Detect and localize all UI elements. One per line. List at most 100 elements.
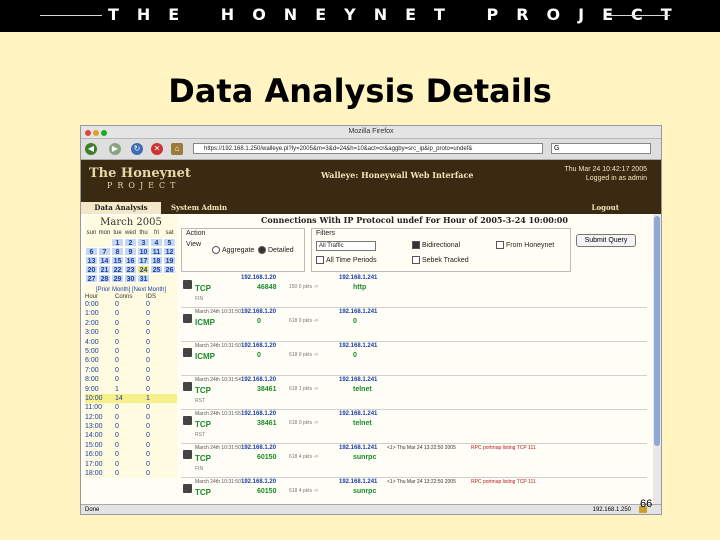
hour-row[interactable]: 16:00 0 0 — [85, 450, 177, 459]
scrollbar-thumb[interactable] — [654, 216, 660, 446]
hour-row[interactable]: 10:00 14 1 — [85, 393, 177, 404]
source-ip[interactable]: 192.168.1.20 — [241, 479, 276, 485]
source-ip[interactable]: 192.168.1.20 — [241, 275, 276, 281]
hour-row[interactable]: 8:00 0 0 — [85, 375, 177, 384]
calendar-day[interactable]: 24 — [137, 265, 150, 274]
hour-row[interactable]: 11:00 0 0 — [85, 403, 177, 412]
calendar-day[interactable]: 31 — [137, 274, 150, 283]
search-input[interactable]: G — [551, 143, 651, 154]
source-ip[interactable]: 192.168.1.20 — [241, 411, 276, 417]
traffic-select[interactable]: All Traffic — [316, 241, 376, 251]
detailed-radio[interactable] — [258, 246, 266, 254]
calendar-day[interactable]: 3 — [137, 238, 150, 247]
calendar-day[interactable]: 22 — [111, 265, 124, 274]
calendar-day[interactable]: 15 — [111, 256, 124, 265]
source-ip[interactable]: 192.168.1.20 — [241, 377, 276, 383]
calendar-day[interactable]: 10 — [137, 247, 150, 256]
details-icon[interactable] — [183, 450, 192, 459]
destination-ip[interactable]: 192.168.1.241 — [339, 445, 377, 451]
calendar-day[interactable]: 11 — [150, 247, 163, 256]
zoom-window-icon[interactable] — [101, 130, 107, 136]
destination-ip[interactable]: 192.168.1.241 — [339, 479, 377, 485]
all-time-option[interactable]: All Time Periods — [316, 256, 377, 264]
calendar-day[interactable]: 27 — [85, 274, 98, 283]
hour-row[interactable]: 2:00 0 0 — [85, 319, 177, 328]
home-icon[interactable]: ⌂ — [171, 143, 183, 155]
destination-ip[interactable]: 192.168.1.241 — [339, 275, 377, 281]
calendar-day[interactable]: 16 — [124, 256, 137, 265]
calendar-day[interactable]: 29 — [111, 274, 124, 283]
source-ip[interactable]: 192.168.1.20 — [241, 309, 276, 315]
next-month-link[interactable]: [Next Month] — [132, 287, 166, 293]
sebek-option[interactable]: Sebek Tracked — [412, 256, 469, 264]
hour-row[interactable]: 9:00 1 0 — [85, 385, 177, 394]
all-time-checkbox[interactable] — [316, 256, 324, 264]
minimize-window-icon[interactable] — [93, 130, 99, 136]
calendar-day[interactable]: 28 — [98, 274, 111, 283]
submit-query-button[interactable]: Submit Query — [576, 234, 636, 247]
ids-alert-message[interactable]: RPC portmap listing TCP 111 — [471, 445, 536, 451]
details-icon[interactable] — [183, 382, 192, 391]
destination-ip[interactable]: 192.168.1.241 — [339, 377, 377, 383]
hour-row[interactable]: 14:00 0 0 — [85, 431, 177, 440]
tab-data-analysis[interactable]: Data Analysis — [81, 202, 161, 214]
detailed-option[interactable]: Detailed — [258, 246, 294, 254]
bidirectional-option[interactable]: Bidirectional — [412, 241, 460, 249]
sebek-checkbox[interactable] — [412, 256, 420, 264]
ids-alert-message[interactable]: RPC portmap listing TCP 111 — [471, 479, 536, 485]
stop-icon[interactable]: ✕ — [151, 143, 163, 155]
vertical-scrollbar[interactable] — [653, 214, 661, 504]
hour-row[interactable]: 4:00 0 0 — [85, 338, 177, 347]
calendar-day[interactable]: 5 — [163, 238, 176, 247]
calendar-day[interactable]: 8 — [111, 247, 124, 256]
calendar-day[interactable]: 2 — [124, 238, 137, 247]
destination-ip[interactable]: 192.168.1.241 — [339, 309, 377, 315]
back-icon[interactable]: ◀ — [85, 143, 97, 155]
aggregate-option[interactable]: Aggregate — [212, 246, 254, 254]
hour-row[interactable]: 6:00 0 0 — [85, 356, 177, 365]
details-icon[interactable] — [183, 280, 192, 289]
calendar-day[interactable]: 1 — [111, 238, 124, 247]
calendar-day[interactable]: 23 — [124, 265, 137, 274]
from-honeynet-checkbox[interactable] — [496, 241, 504, 249]
hour-row[interactable]: 17:00 0 0 — [85, 460, 177, 469]
forward-icon[interactable]: ▶ — [109, 143, 121, 155]
calendar-day[interactable]: 12 — [163, 247, 176, 256]
calendar-day[interactable]: 26 — [163, 265, 176, 274]
hour-row[interactable]: 18:00 0 0 — [85, 469, 177, 478]
calendar-day[interactable]: 13 — [85, 256, 98, 265]
close-window-icon[interactable] — [85, 130, 91, 136]
source-ip[interactable]: 192.168.1.20 — [241, 445, 276, 451]
hour-row[interactable]: 15:00 0 0 — [85, 441, 177, 450]
details-icon[interactable] — [183, 416, 192, 425]
destination-ip[interactable]: 192.168.1.241 — [339, 411, 377, 417]
details-icon[interactable] — [183, 348, 192, 357]
hour-row[interactable]: 5:00 0 0 — [85, 347, 177, 356]
calendar-day[interactable]: 20 — [85, 265, 98, 274]
aggregate-radio[interactable] — [212, 246, 220, 254]
source-ip[interactable]: 192.168.1.20 — [241, 343, 276, 349]
calendar-day[interactable]: 17 — [137, 256, 150, 265]
calendar-day[interactable]: 9 — [124, 247, 137, 256]
logout-link[interactable]: Logout — [592, 202, 619, 214]
url-field[interactable]: https://192.168.1.250/walleye.pl?ly=2005… — [193, 143, 543, 154]
calendar-day[interactable]: 14 — [98, 256, 111, 265]
reload-icon[interactable]: ↻ — [131, 143, 143, 155]
calendar-day[interactable]: 7 — [98, 247, 111, 256]
calendar-day[interactable]: 21 — [98, 265, 111, 274]
calendar-day[interactable]: 18 — [150, 256, 163, 265]
hour-row[interactable]: 1:00 0 0 — [85, 309, 177, 318]
destination-ip[interactable]: 192.168.1.241 — [339, 343, 377, 349]
tab-system-admin[interactable]: System Admin — [163, 202, 235, 214]
details-icon[interactable] — [183, 484, 192, 493]
calendar-day[interactable]: 6 — [85, 247, 98, 256]
from-honeynet-option[interactable]: From Honeynet — [496, 241, 554, 249]
hour-row[interactable]: 3:00 0 0 — [85, 328, 177, 337]
prev-month-link[interactable]: [Prior Month] — [96, 287, 130, 293]
hour-row[interactable]: 7:00 0 0 — [85, 366, 177, 375]
hour-row[interactable]: 13:00 0 0 — [85, 422, 177, 431]
details-icon[interactable] — [183, 314, 192, 323]
calendar-day[interactable]: 4 — [150, 238, 163, 247]
hour-row[interactable]: 0:00 0 0 — [85, 300, 177, 309]
calendar-day[interactable]: 25 — [150, 265, 163, 274]
